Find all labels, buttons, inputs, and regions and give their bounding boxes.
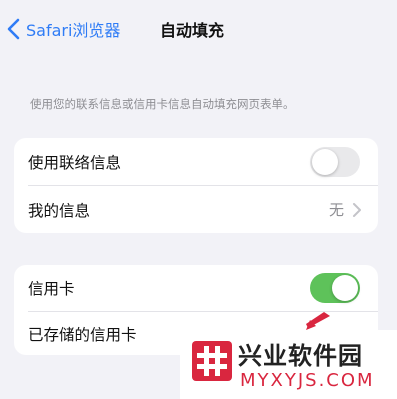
- watermark-title: 兴业软件园: [238, 342, 363, 370]
- use-contact-info-label: 使用联络信息: [28, 153, 122, 172]
- my-info-value: 无: [328, 201, 344, 219]
- contact-info-group: 使用联络信息 我的信息 无: [14, 138, 378, 233]
- red-pointer-arrow-icon: [306, 312, 330, 330]
- site-watermark: 兴业软件园 MYXYJS.COM: [180, 330, 397, 399]
- use-contact-info-row: 使用联络信息: [14, 138, 378, 185]
- back-button-label: Safari浏览器: [26, 21, 121, 40]
- page-title: 自动填充: [160, 21, 225, 40]
- credit-card-label: 信用卡: [28, 280, 75, 298]
- watermark-domain: MYXYJS.COM: [240, 370, 375, 391]
- chevron-left-icon: [7, 18, 20, 40]
- chevron-right-icon: [353, 202, 361, 217]
- my-info-label: 我的信息: [28, 201, 91, 220]
- toggle-knob: [312, 148, 338, 175]
- hash-logo-icon: [192, 341, 232, 381]
- credit-card-toggle[interactable]: [310, 273, 360, 303]
- navigation-bar: Safari浏览器 自动填充: [0, 0, 397, 56]
- toggle-knob: [332, 275, 358, 301]
- saved-credit-cards-label: 已存储的信用卡: [28, 325, 137, 344]
- my-info-detail: 无: [329, 199, 362, 220]
- back-button[interactable]: Safari浏览器: [6, 16, 120, 42]
- use-contact-info-toggle[interactable]: [310, 146, 360, 177]
- my-info-row[interactable]: 我的信息 无: [14, 186, 378, 233]
- credit-card-row: 信用卡: [14, 265, 378, 311]
- section-description: 使用您的联系信息或信用卡信息自动填充网页表单。: [30, 97, 295, 111]
